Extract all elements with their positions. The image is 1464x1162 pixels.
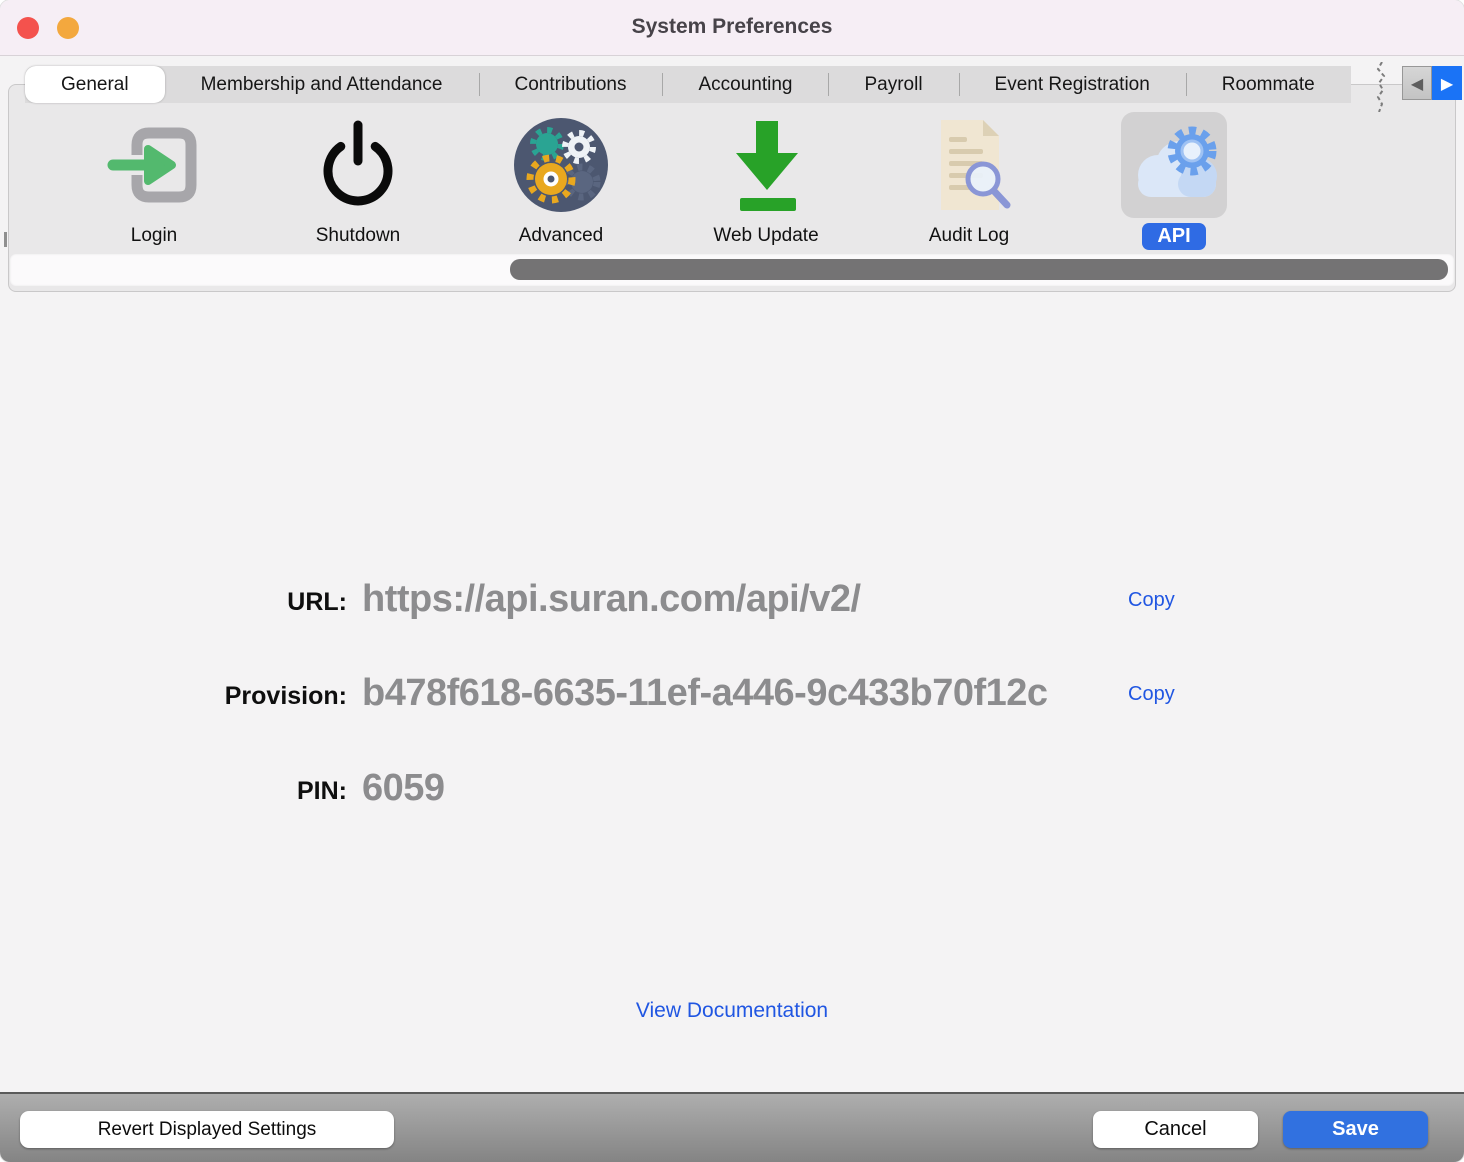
copy-provision-link[interactable]: Copy	[1128, 683, 1175, 706]
toolbar-scrollbar[interactable]	[10, 254, 1454, 286]
toolbar-item-shutdown[interactable]: Shutdown	[268, 112, 448, 247]
toolbar-item-web-update[interactable]: Web Update	[676, 112, 856, 247]
revert-displayed-settings-button[interactable]: Revert Displayed Settings	[20, 1111, 394, 1148]
tab-event-registration[interactable]: Event Registration	[959, 66, 1186, 103]
gears-icon	[511, 115, 611, 215]
footer-bar: Revert Displayed Settings Cancel Save	[0, 1092, 1464, 1162]
toolbar-item-login[interactable]: Login	[64, 112, 244, 247]
pin-label: PIN:	[0, 777, 347, 806]
left-arrow-icon: ◀	[1411, 74, 1423, 93]
tab-roommate[interactable]: Roommate	[1186, 66, 1351, 103]
window-title: System Preferences	[0, 15, 1464, 39]
save-button[interactable]: Save	[1283, 1111, 1428, 1148]
tab-payroll[interactable]: Payroll	[828, 66, 958, 103]
tab-membership-and-attendance[interactable]: Membership and Attendance	[165, 66, 479, 103]
toolbar-item-advanced[interactable]: Advanced	[471, 112, 651, 247]
view-documentation-link[interactable]: View Documentation	[0, 999, 1464, 1023]
url-value: https://api.suran.com/api/v2/	[362, 578, 861, 621]
tab-accounting[interactable]: Accounting	[662, 66, 828, 103]
toolbar-item-label: Web Update	[713, 225, 818, 247]
cloud-gear-icon	[1124, 115, 1224, 215]
tab-scroll-right-button[interactable]: ▶	[1432, 66, 1462, 100]
copy-url-link[interactable]: Copy	[1128, 589, 1175, 612]
document-search-icon	[919, 115, 1019, 215]
toolbar-item-label: Audit Log	[929, 225, 1009, 247]
toolbar-scrollbar-thumb[interactable]	[510, 259, 1448, 280]
right-arrow-icon: ▶	[1441, 74, 1453, 93]
toolbar-item-label: Advanced	[519, 225, 604, 247]
pin-value: 6059	[362, 767, 445, 810]
download-icon	[716, 115, 816, 215]
toolbar-item-label: API	[1142, 223, 1205, 250]
login-icon	[104, 115, 204, 215]
tab-scroll-buttons: ◀ ▶	[1402, 66, 1462, 100]
provision-value: b478f618-6635-11ef-a446-9c433b70f12c	[362, 672, 1048, 715]
tab-contributions[interactable]: Contributions	[479, 66, 663, 103]
cancel-button[interactable]: Cancel	[1093, 1111, 1258, 1148]
toolbar-item-audit-log[interactable]: Audit Log	[879, 112, 1059, 247]
system-preferences-window: System Preferences General Membership an…	[0, 0, 1464, 1162]
tab-overflow-tear-icon	[1374, 62, 1388, 112]
tab-general[interactable]: General	[25, 66, 165, 103]
url-label: URL:	[0, 588, 347, 617]
toolbar-item-api[interactable]: API	[1084, 112, 1264, 250]
titlebar: System Preferences	[0, 0, 1464, 56]
provision-label: Provision:	[0, 682, 347, 711]
clipped-toolbar-item-edge	[4, 232, 7, 247]
toolbar-item-label: Shutdown	[316, 225, 401, 247]
power-icon	[308, 115, 408, 215]
tab-scroll-left-button[interactable]: ◀	[1402, 66, 1432, 100]
toolbar-item-label: Login	[131, 225, 178, 247]
tab-bar: General Membership and Attendance Contri…	[25, 66, 1351, 103]
